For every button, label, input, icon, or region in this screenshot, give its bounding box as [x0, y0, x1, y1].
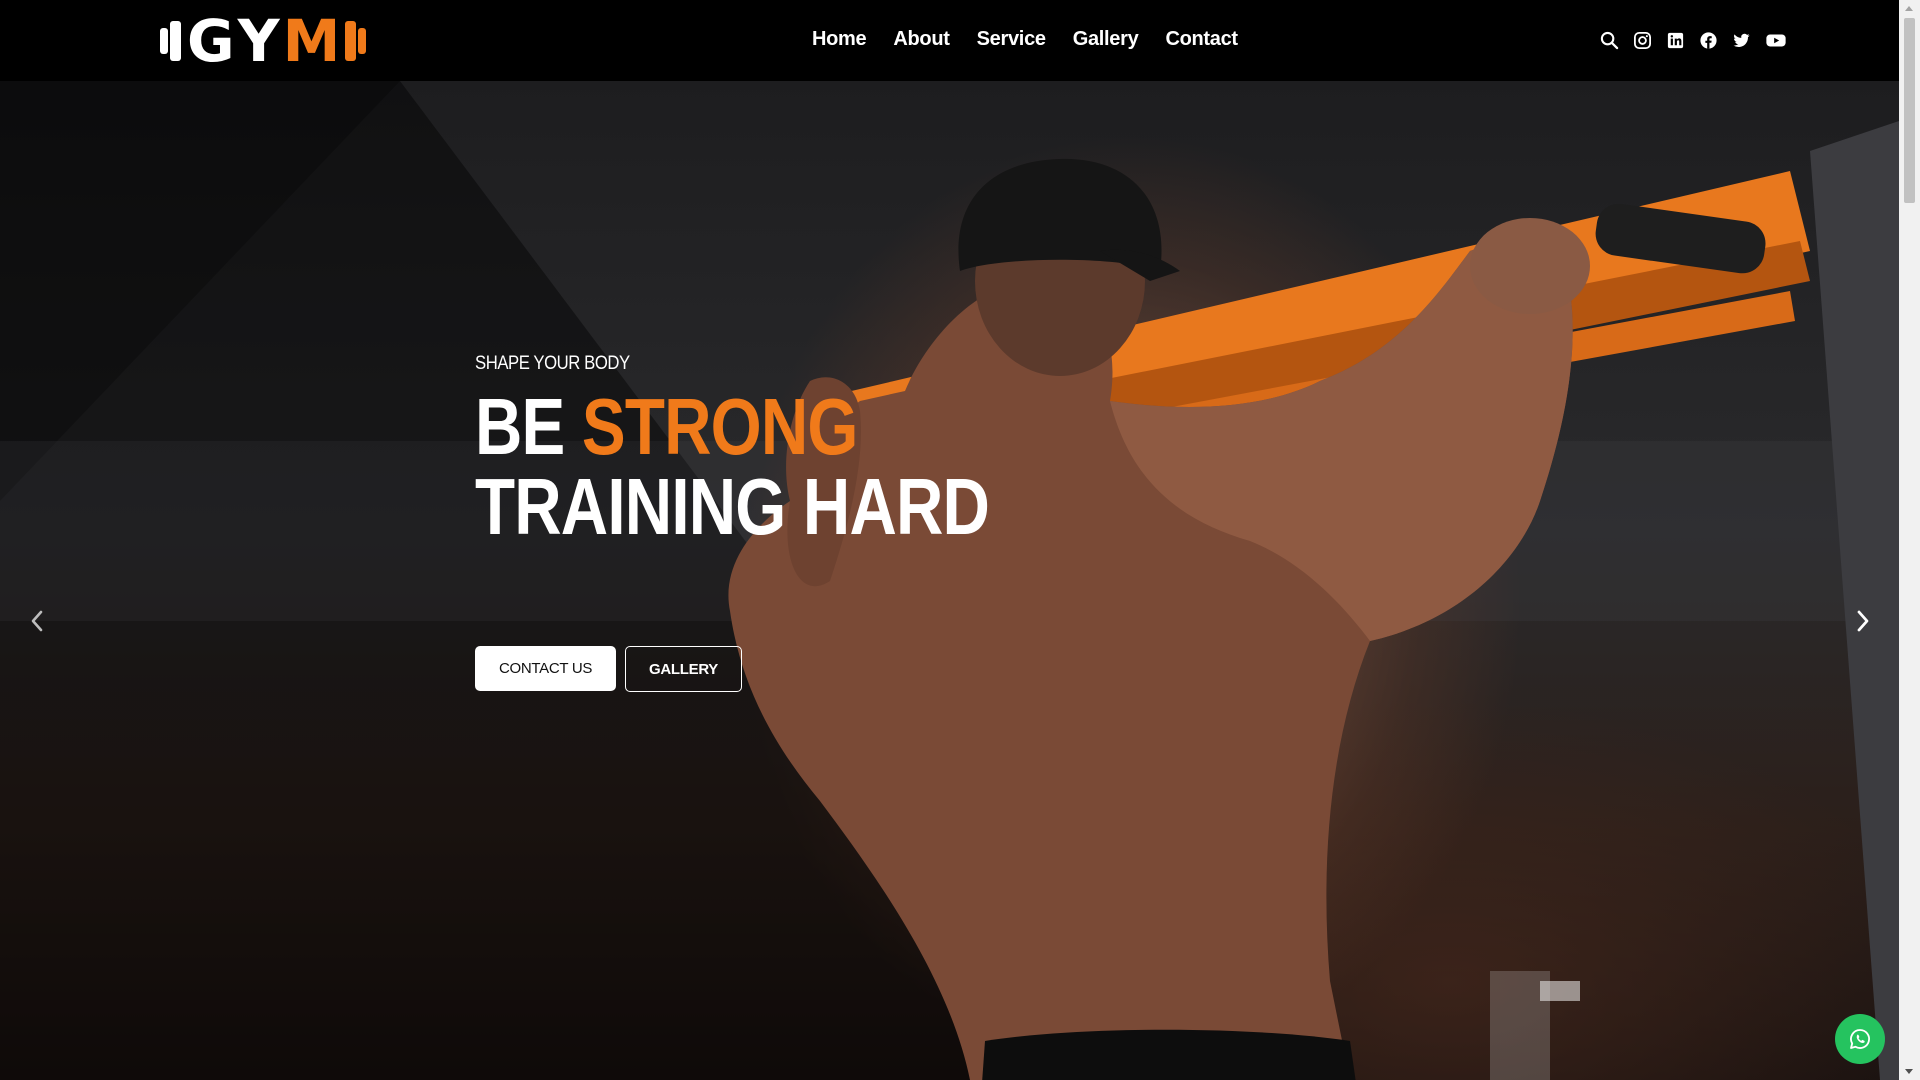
nav-home[interactable]: Home	[812, 28, 867, 51]
hero-slider: SHAPE YOUR BODY BE STRONG TRAINING HARD …	[0, 81, 1899, 1080]
logo-letter-g: G	[187, 7, 238, 75]
whatsapp-icon	[1850, 1029, 1870, 1049]
logo-letter-m: M	[282, 7, 344, 75]
dumbbell-left-icon	[160, 21, 183, 61]
carousel-prev-button[interactable]	[22, 601, 52, 641]
chevron-left-icon	[31, 610, 43, 632]
gym-logo[interactable]: G Y M	[160, 7, 372, 75]
dumbbell-right-icon	[345, 21, 368, 61]
site-header: G Y M Home About Service Gallery Contact	[0, 0, 1899, 81]
nav-about[interactable]: About	[893, 28, 950, 51]
page-scrollbar[interactable]	[1899, 0, 1920, 1080]
facebook-icon[interactable]	[1698, 30, 1719, 51]
scroll-up-icon[interactable]	[1905, 6, 1913, 11]
chevron-right-icon	[1857, 610, 1869, 632]
hero-background-image	[0, 81, 1899, 1080]
twitter-icon[interactable]	[1731, 30, 1752, 51]
header-icons	[1599, 30, 1788, 51]
whatsapp-button[interactable]	[1835, 1014, 1885, 1064]
main-nav: Home About Service Gallery Contact	[812, 28, 1238, 51]
linkedin-icon[interactable]	[1665, 30, 1686, 51]
nav-contact[interactable]: Contact	[1165, 28, 1238, 51]
contact-us-button[interactable]: CONTACT US	[475, 646, 616, 691]
instagram-icon[interactable]	[1632, 30, 1653, 51]
headline-accent: STRONG	[581, 382, 859, 471]
hero-text: SHAPE YOUR BODY BE STRONG TRAINING HARD	[475, 353, 1102, 547]
logo-letter-y: Y	[237, 7, 283, 75]
nav-gallery[interactable]: Gallery	[1073, 28, 1139, 51]
headline-be: BE	[475, 382, 582, 471]
scrollbar-thumb[interactable]	[1904, 18, 1915, 203]
headline-line2: TRAINING HARD	[475, 462, 990, 551]
hero-headline: BE STRONG TRAINING HARD	[475, 387, 990, 547]
carousel-next-button[interactable]	[1848, 601, 1878, 641]
search-icon[interactable]	[1599, 30, 1620, 51]
gallery-button[interactable]: GALLERY	[625, 646, 742, 692]
scroll-down-icon[interactable]	[1905, 1069, 1913, 1074]
nav-service[interactable]: Service	[977, 28, 1046, 51]
youtube-icon[interactable]	[1764, 30, 1788, 51]
hero-buttons: CONTACT US GALLERY	[475, 646, 742, 692]
hero-subtitle: SHAPE YOUR BODY	[475, 353, 630, 374]
page: G Y M Home About Service Gallery Contact	[0, 0, 1920, 1080]
